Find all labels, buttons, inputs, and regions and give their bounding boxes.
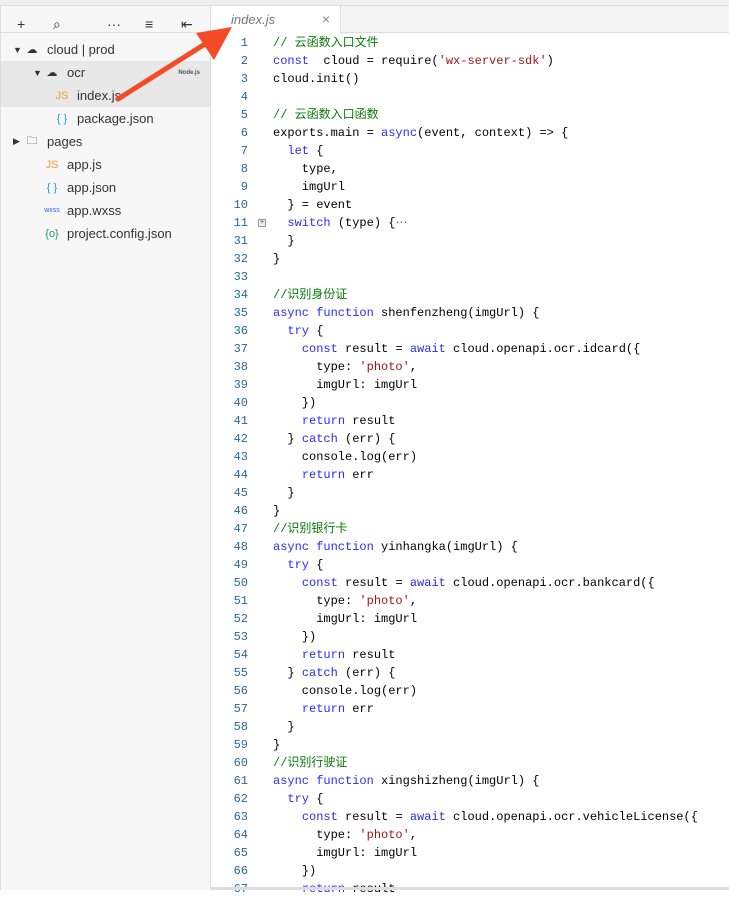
arrow-shaft <box>115 41 208 102</box>
annotation-arrow <box>115 27 232 102</box>
